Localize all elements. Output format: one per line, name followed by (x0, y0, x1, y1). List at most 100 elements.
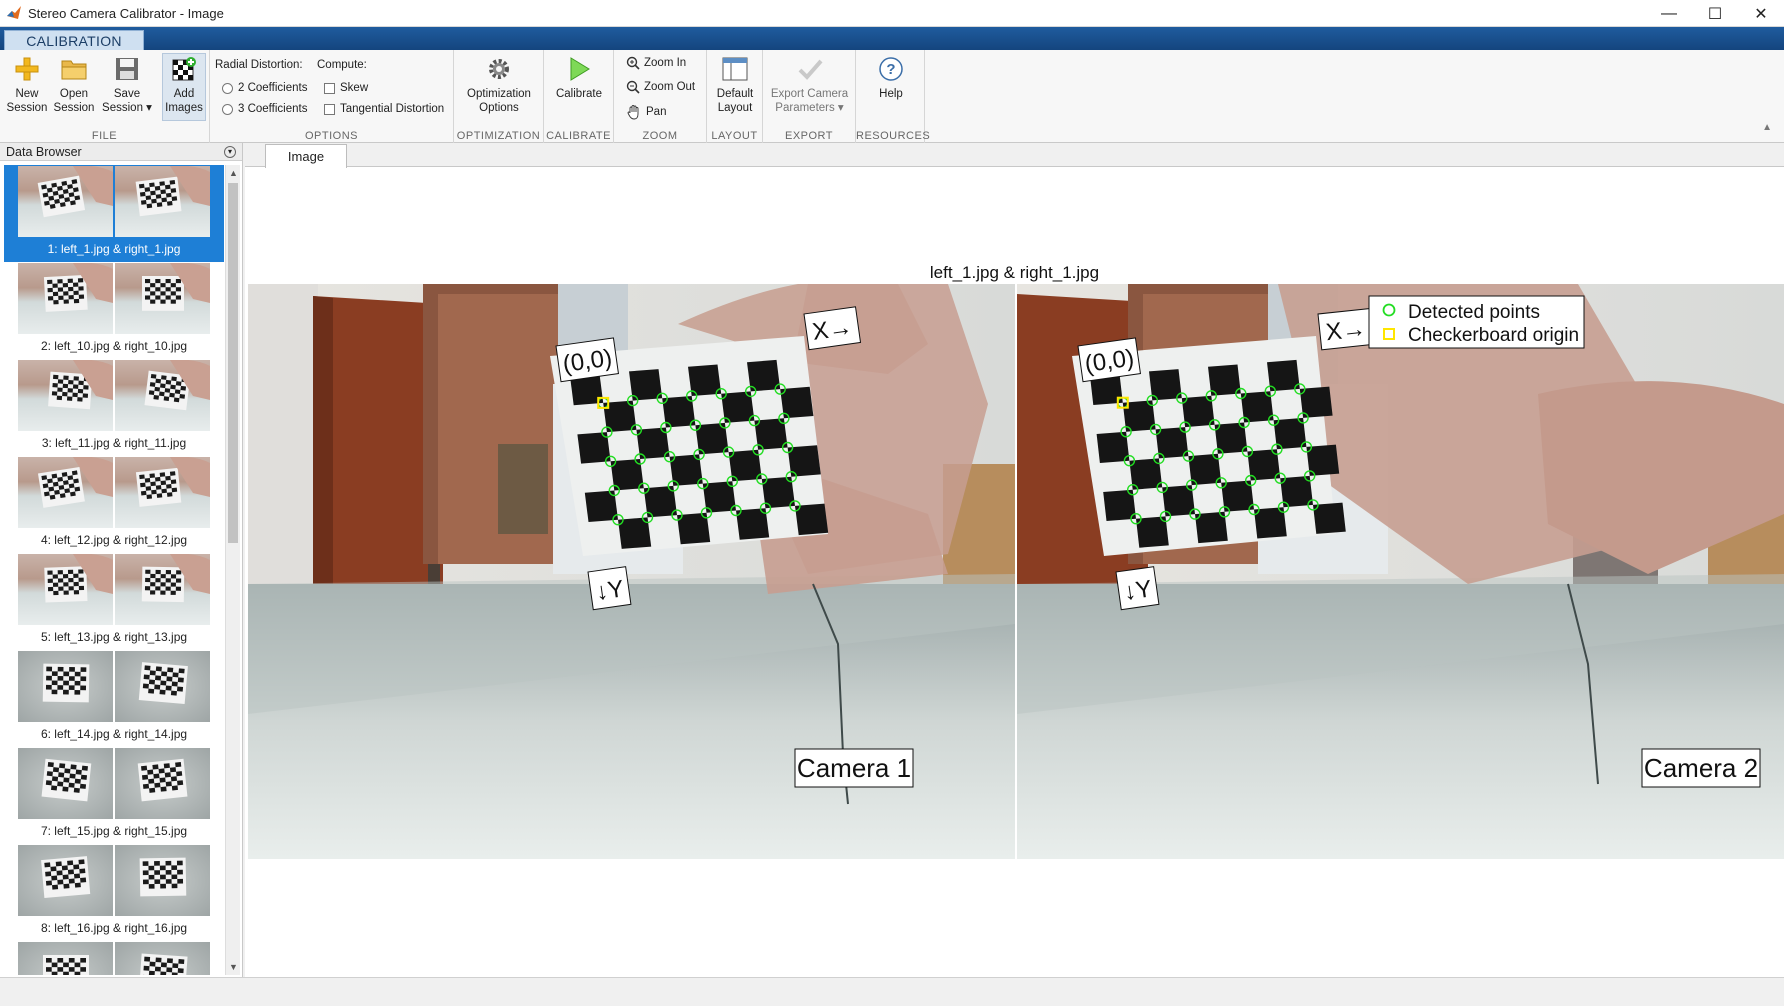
list-item[interactable]: 3: left_11.jpg & right_11.jpg (4, 359, 224, 456)
new-session-icon (12, 54, 42, 84)
help-button[interactable]: ? Help (866, 54, 916, 101)
close-button[interactable]: ✕ (1738, 0, 1784, 27)
list-item[interactable]: 2: left_10.jpg & right_10.jpg (4, 262, 224, 359)
list-item-label: 4: left_12.jpg & right_12.jpg (40, 533, 188, 547)
x-axis-label-camera-2: X→ (1317, 308, 1375, 351)
resources-group: ? Help RESOURCES (856, 50, 931, 143)
mini-checkerboard-icon (41, 758, 92, 802)
thumbnail-pair (18, 457, 210, 528)
list-item[interactable]: 8: left_16.jpg & right_16.jpg (4, 844, 224, 941)
list-item[interactable]: 1: left_1.jpg & right_1.jpg (4, 165, 224, 262)
list-item[interactable]: 5: left_13.jpg & right_13.jpg (4, 553, 224, 650)
maximize-button[interactable]: ☐ (1692, 0, 1738, 27)
right-thumbnail (115, 263, 210, 334)
zoom-group-label: ZOOM (642, 130, 678, 142)
open-session-button[interactable]: Open Session (53, 54, 95, 115)
thumbnail-pair (18, 166, 210, 237)
thumbnail-pair (18, 651, 210, 722)
mini-checkerboard-icon (43, 263, 113, 312)
file-group-label: FILE (91, 130, 118, 142)
left-thumbnail (18, 263, 113, 334)
image-divider (1015, 284, 1017, 859)
tangential-distortion-checkbox[interactable]: Tangential Distortion (324, 103, 444, 115)
panel-menu-icon[interactable]: ▾ (224, 145, 236, 158)
mini-checkerboard-icon (42, 663, 90, 703)
list-item[interactable]: 4: left_12.jpg & right_12.jpg (4, 456, 224, 553)
options-group-label: OPTIONS (304, 130, 358, 142)
optimization-options-button[interactable]: Optimization Options (456, 54, 542, 115)
origin-label-camera-1: (0,0) (555, 337, 620, 383)
checkbox-indicator (324, 82, 335, 94)
thumbnail-pair (18, 360, 210, 431)
mini-checkerboard-icon (142, 263, 210, 311)
zoom-out-button[interactable]: Zoom Out (626, 80, 695, 94)
zoom-in-button[interactable]: Zoom In (626, 56, 686, 70)
mini-checkerboard-icon (141, 554, 210, 603)
svg-text:X→: X→ (1325, 315, 1368, 346)
new-session-button[interactable]: New Session (6, 54, 48, 115)
status-bar (0, 977, 1784, 1006)
play-icon (564, 54, 594, 84)
calibrate-group: Calibrate CALIBRATE (544, 50, 614, 143)
list-item[interactable]: 7: left_15.jpg & right_15.jpg (4, 747, 224, 844)
x-axis-label-camera-1: X→ (803, 306, 862, 351)
main-figure-area: Image left_1.jpg & right_1.jpg (0,0) X→ … (245, 143, 1784, 977)
legend: Detected points Checkerboard origin (1368, 295, 1585, 349)
list-item[interactable] (4, 941, 224, 975)
three-coefficients-radio[interactable]: 3 Coefficients (222, 103, 307, 115)
right-thumbnail (115, 457, 210, 528)
window-title: Stereo Camera Calibrator - Image (28, 5, 224, 21)
default-layout-button[interactable]: Default Layout (710, 54, 760, 115)
skew-checkbox[interactable]: Skew (324, 82, 368, 94)
mini-checkerboard-icon (137, 758, 188, 802)
list-item-label: 7: left_15.jpg & right_15.jpg (40, 824, 188, 838)
stereo-image-pair[interactable]: (0,0) X→ ↓Y Camera 1 (0,0) X→ ↓Y Camera … (248, 284, 1784, 859)
thumbnail-pair (18, 554, 210, 625)
ribbon: New Session Open Session Save Session ▾ (0, 50, 1784, 143)
collapse-ribbon-icon[interactable]: ▲ (1762, 122, 1772, 133)
mini-checkerboard-icon (41, 856, 91, 898)
left-thumbnail (18, 166, 113, 237)
layout-icon (720, 54, 750, 84)
browser-scrollbar[interactable]: ▲ ▼ (225, 165, 240, 975)
add-images-button[interactable]: Add Images (162, 53, 206, 121)
export-group: Export Camera Parameters ▾ EXPORT (763, 50, 856, 143)
export-camera-parameters-button[interactable]: Export Camera Parameters ▾ (766, 54, 853, 115)
scroll-down-icon[interactable]: ▼ (226, 959, 241, 975)
tab-image[interactable]: Image (265, 144, 347, 168)
pan-button[interactable]: Pan (626, 104, 666, 120)
tab-calibration[interactable]: CALIBRATION (4, 30, 144, 50)
camera-2-label: Camera 2 (1641, 748, 1761, 788)
ribbon-tab-strip: CALIBRATION (0, 27, 1784, 50)
y-axis-label-camera-2: ↓Y (1115, 566, 1160, 611)
list-item-label: 2: left_10.jpg & right_10.jpg (40, 339, 188, 353)
svg-text:X→: X→ (811, 314, 854, 346)
calibrate-button[interactable]: Calibrate (550, 54, 608, 101)
list-item[interactable]: 6: left_14.jpg & right_14.jpg (4, 650, 224, 747)
y-axis-label-camera-1: ↓Y (587, 566, 632, 611)
right-thumbnail (115, 166, 210, 237)
left-thumbnail (18, 845, 113, 916)
right-thumbnail (115, 942, 210, 975)
camera-1-label: Camera 1 (794, 748, 914, 788)
save-session-button[interactable]: Save Session ▾ (100, 54, 154, 115)
two-coefficients-radio[interactable]: 2 Coefficients (222, 82, 307, 94)
mini-checkerboard-icon (44, 554, 113, 603)
list-item-label: 3: left_11.jpg & right_11.jpg (41, 436, 187, 450)
figure-title: left_1.jpg & right_1.jpg (929, 263, 1100, 282)
checkbox-indicator (324, 103, 335, 115)
compute-label: Compute: (317, 59, 367, 71)
scrollbar-thumb[interactable] (228, 183, 238, 543)
options-group: Radial Distortion: Compute: 2 Coefficien… (210, 50, 454, 143)
scroll-up-icon[interactable]: ▲ (226, 165, 241, 181)
left-thumbnail (18, 457, 113, 528)
resources-group-label: RESOURCES (856, 130, 931, 142)
mini-checkerboard-icon (144, 360, 210, 411)
minimize-button[interactable]: — (1646, 0, 1692, 27)
zoom-in-icon (626, 56, 640, 70)
radio-indicator (222, 82, 233, 94)
left-thumbnail (18, 942, 113, 975)
right-thumbnail (115, 748, 210, 819)
zoom-out-icon (626, 80, 640, 94)
left-thumbnail (18, 651, 113, 722)
